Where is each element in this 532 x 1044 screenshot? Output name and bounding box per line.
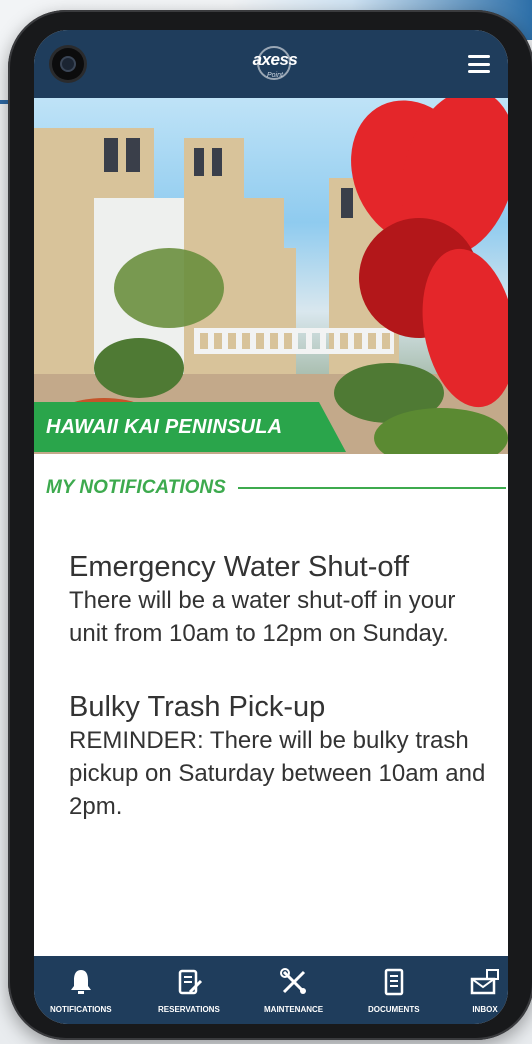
phone-frame: axess Point HAWAII KAI PENINSULA MY NOTI… bbox=[8, 10, 532, 1040]
property-name-banner: HAWAII KAI PENINSULA bbox=[34, 402, 346, 452]
trellis bbox=[194, 328, 394, 354]
section-title: MY NOTIFICATIONS bbox=[46, 477, 226, 498]
logo-subtext: Point bbox=[267, 72, 283, 79]
notification-item[interactable]: Bulky Trash Pick-up REMINDER: There will… bbox=[69, 690, 489, 823]
notification-item[interactable]: Emergency Water Shut-off There will be a… bbox=[69, 550, 489, 650]
notification-body: REMINDER: There will be bulky trash pick… bbox=[69, 727, 486, 820]
tab-label: INBOX bbox=[472, 1005, 498, 1014]
clipboard-pen-icon bbox=[178, 969, 202, 995]
bottom-tab-bar: NOTIFICATIONS RESERVATIONS MAINTENANCE D… bbox=[34, 956, 508, 1024]
hamburger-menu-icon[interactable] bbox=[468, 55, 490, 73]
tree-canopy bbox=[114, 248, 224, 328]
tab-documents[interactable]: DOCUMENTS bbox=[368, 967, 420, 1014]
section-divider bbox=[237, 487, 506, 489]
tab-label: RESERVATIONS bbox=[158, 1005, 220, 1014]
notifications-section-header: MY NOTIFICATIONS bbox=[46, 476, 506, 500]
tab-maintenance[interactable]: MAINTENANCE bbox=[264, 967, 323, 1014]
document-icon bbox=[384, 968, 404, 996]
notification-list: Emergency Water Shut-off There will be a… bbox=[69, 550, 489, 863]
tab-label: DOCUMENTS bbox=[368, 1005, 420, 1014]
bell-icon bbox=[70, 970, 91, 994]
tab-label: NOTIFICATIONS bbox=[50, 1005, 112, 1014]
camera-icon bbox=[52, 48, 84, 80]
tab-reservations[interactable]: RESERVATIONS bbox=[158, 967, 220, 1014]
tools-icon bbox=[279, 968, 306, 994]
notification-title: Bulky Trash Pick-up bbox=[69, 691, 326, 723]
building-far bbox=[256, 248, 296, 378]
top-app-bar: axess Point bbox=[34, 30, 508, 98]
notification-body: There will be a water shut-off in your u… bbox=[69, 587, 456, 647]
app-screen: axess Point HAWAII KAI PENINSULA MY NOTI… bbox=[34, 30, 508, 1024]
property-hero-image bbox=[34, 98, 508, 454]
app-logo: axess Point bbox=[245, 42, 305, 84]
tab-inbox[interactable]: INBOX bbox=[470, 967, 500, 1014]
property-name: HAWAII KAI PENINSULA bbox=[46, 415, 283, 438]
inbox-icon bbox=[470, 969, 499, 995]
bush-left bbox=[94, 338, 184, 398]
tab-label: MAINTENANCE bbox=[264, 1005, 324, 1014]
tab-notifications[interactable]: NOTIFICATIONS bbox=[50, 967, 112, 1014]
logo-text: axess bbox=[252, 50, 298, 69]
notification-title: Emergency Water Shut-off bbox=[69, 551, 410, 583]
